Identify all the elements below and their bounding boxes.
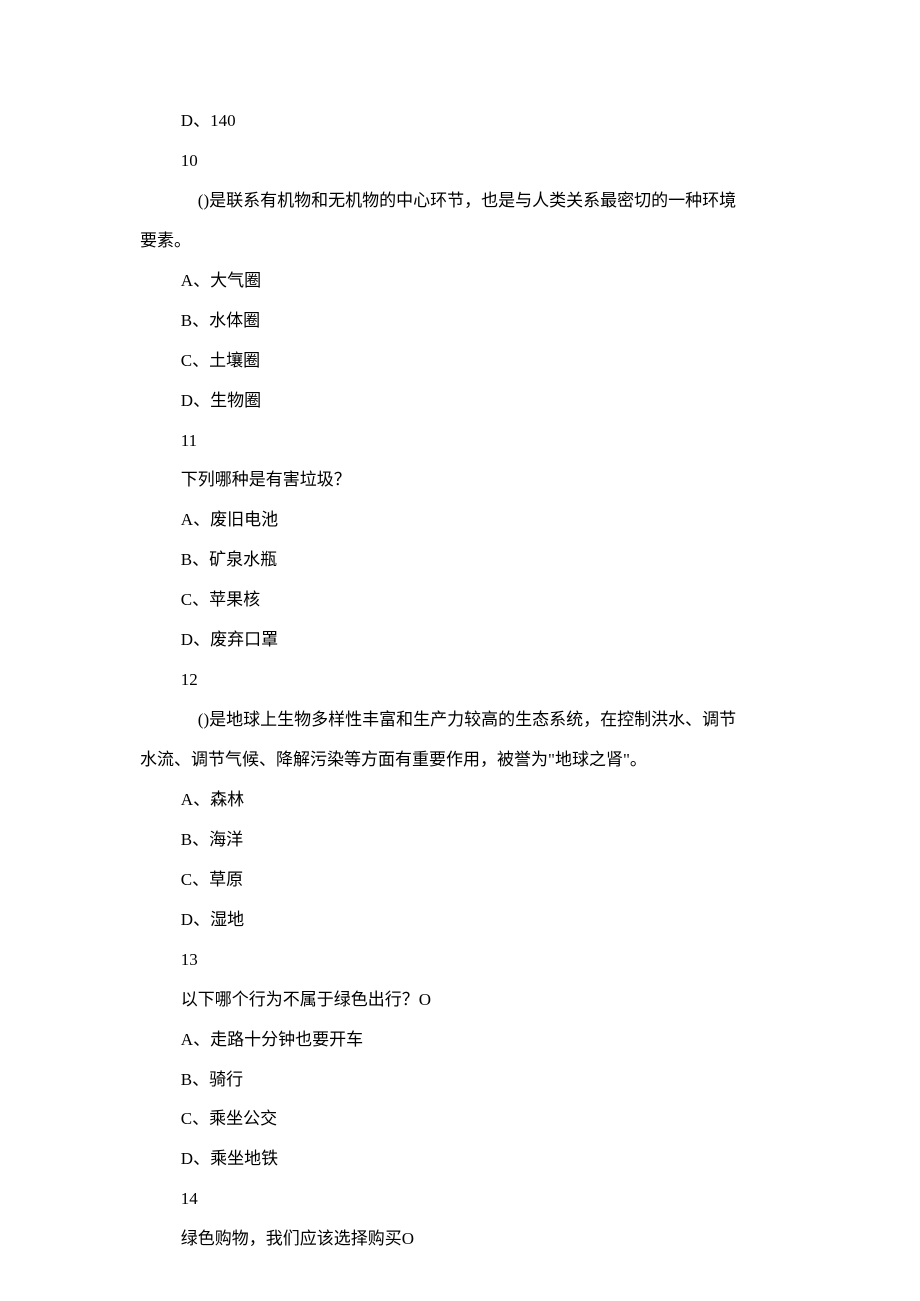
question-number: 10 (140, 141, 780, 181)
question-number: 11 (140, 421, 780, 461)
question-number: 12 (140, 660, 780, 700)
option-a: A、大气圈 (140, 261, 780, 301)
question-number: 13 (140, 940, 780, 980)
question-text-continuation: 要素。 (140, 221, 780, 261)
question-text: ()是联系有机物和无机物的中心环节，也是与人类关系最密切的一种环境 (140, 181, 780, 221)
option-d: D、乘坐地铁 (140, 1139, 780, 1179)
option-b: B、水体圈 (140, 301, 780, 341)
option-d: D、生物圈 (140, 381, 780, 421)
question-text: ()是地球上生物多样性丰富和生产力较高的生态系统，在控制洪水、调节 (140, 700, 780, 740)
option-a: A、森林 (140, 780, 780, 820)
option-c: C、苹果核 (140, 580, 780, 620)
option-c: C、乘坐公交 (140, 1099, 780, 1139)
option-b: B、海洋 (140, 820, 780, 860)
question-text: 下列哪种是有害垃圾？ (140, 460, 780, 500)
document-content: D、140 10 ()是联系有机物和无机物的中心环节，也是与人类关系最密切的一种… (140, 101, 780, 1259)
question-number: 14 (140, 1179, 780, 1219)
option-c: C、土壤圈 (140, 341, 780, 381)
question-text: 绿色购物，我们应该选择购买O (140, 1219, 780, 1259)
option-a: A、废旧电池 (140, 500, 780, 540)
text-line: D、140 (140, 101, 780, 141)
option-b: B、矿泉水瓶 (140, 540, 780, 580)
option-d: D、湿地 (140, 900, 780, 940)
question-text: 以下哪个行为不属于绿色出行？O (140, 980, 780, 1020)
option-d: D、废弃口罩 (140, 620, 780, 660)
question-text-continuation: 水流、调节气候、降解污染等方面有重要作用，被誉为"地球之肾"。 (140, 740, 780, 780)
option-c: C、草原 (140, 860, 780, 900)
option-a: A、走路十分钟也要开车 (140, 1020, 780, 1060)
option-b: B、骑行 (140, 1060, 780, 1100)
